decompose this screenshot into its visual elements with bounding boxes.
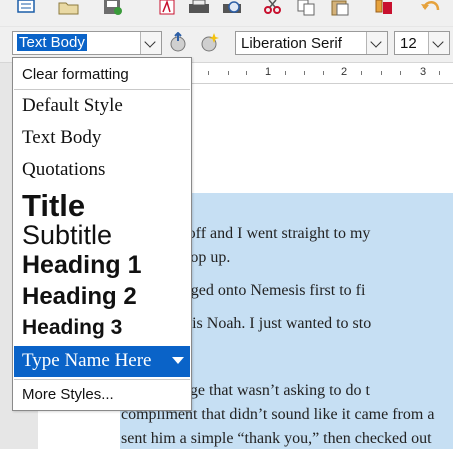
ruler-tick bbox=[246, 71, 247, 75]
clear-formatting-item[interactable]: Clear formatting bbox=[22, 66, 129, 83]
style-item-label: Type Name Here bbox=[22, 350, 152, 371]
clone-formatting-icon[interactable] bbox=[373, 0, 395, 16]
copy-icon[interactable] bbox=[296, 0, 318, 16]
ruler-tick bbox=[323, 71, 324, 75]
font-name-combobox[interactable]: Liberation Serif bbox=[235, 31, 388, 55]
font-size-value: 12 bbox=[400, 35, 417, 52]
style-item-type-name-here[interactable]: Type Name Here bbox=[14, 346, 190, 377]
style-item-text-body[interactable]: Text Body bbox=[22, 127, 101, 149]
paragraph-style-dropdown: Clear formatting Default Style Text Body… bbox=[12, 57, 192, 411]
chevron-down-icon bbox=[144, 36, 156, 48]
style-item-heading-1[interactable]: Heading 1 bbox=[22, 251, 141, 280]
new-style-icon[interactable] bbox=[198, 32, 222, 54]
chevron-down-icon bbox=[370, 36, 382, 48]
style-item-default-style[interactable]: Default Style bbox=[22, 95, 123, 117]
paragraph-style-combobox[interactable]: Text Body bbox=[12, 31, 162, 55]
print-preview-icon[interactable] bbox=[222, 0, 244, 16]
cut-icon[interactable] bbox=[262, 0, 284, 16]
font-size-combobox[interactable]: 12 bbox=[394, 31, 450, 55]
standard-toolbar bbox=[0, 0, 453, 26]
menu-separator bbox=[14, 89, 190, 90]
save-icon[interactable] bbox=[102, 0, 124, 16]
caret-down-icon[interactable] bbox=[172, 357, 184, 365]
export-pdf-icon[interactable] bbox=[156, 0, 178, 16]
font-size-dropdown-button[interactable] bbox=[428, 32, 449, 54]
document-line[interactable]: sent him a simple “thank you,” then chec… bbox=[121, 430, 432, 448]
chevron-down-icon bbox=[432, 36, 444, 48]
ruler-tick bbox=[400, 71, 401, 75]
undo-icon[interactable] bbox=[420, 0, 442, 16]
ruler-tick bbox=[381, 71, 382, 75]
ruler-tick bbox=[439, 71, 440, 75]
menu-separator bbox=[14, 379, 190, 380]
style-item-heading-2[interactable]: Heading 2 bbox=[22, 283, 137, 311]
print-icon[interactable] bbox=[188, 0, 210, 16]
font-name-dropdown-button[interactable] bbox=[366, 32, 387, 54]
style-item-subtitle[interactable]: Subtitle bbox=[22, 220, 112, 251]
ruler-tick bbox=[228, 71, 229, 75]
more-styles-item[interactable]: More Styles... bbox=[22, 386, 114, 403]
style-item-title[interactable]: Title bbox=[22, 188, 85, 224]
ruler-tick bbox=[208, 71, 209, 75]
open-folder-icon[interactable] bbox=[58, 0, 80, 16]
ruler-number: 2 bbox=[341, 66, 348, 78]
style-item-heading-3[interactable]: Heading 3 bbox=[22, 316, 122, 340]
font-name-value: Liberation Serif bbox=[241, 35, 342, 52]
paragraph-style-dropdown-button[interactable] bbox=[140, 32, 161, 54]
ruler-tick bbox=[285, 71, 286, 75]
ruler-tick bbox=[304, 71, 305, 75]
ruler-number: 1 bbox=[265, 66, 272, 78]
style-item-quotations[interactable]: Quotations bbox=[22, 159, 105, 181]
ruler-number: 3 bbox=[420, 66, 427, 78]
paste-icon[interactable] bbox=[330, 0, 352, 16]
update-style-icon[interactable] bbox=[167, 32, 191, 54]
sidebar-icon[interactable] bbox=[16, 0, 38, 16]
ruler-tick bbox=[361, 71, 362, 75]
paragraph-style-value: Text Body bbox=[17, 34, 87, 51]
